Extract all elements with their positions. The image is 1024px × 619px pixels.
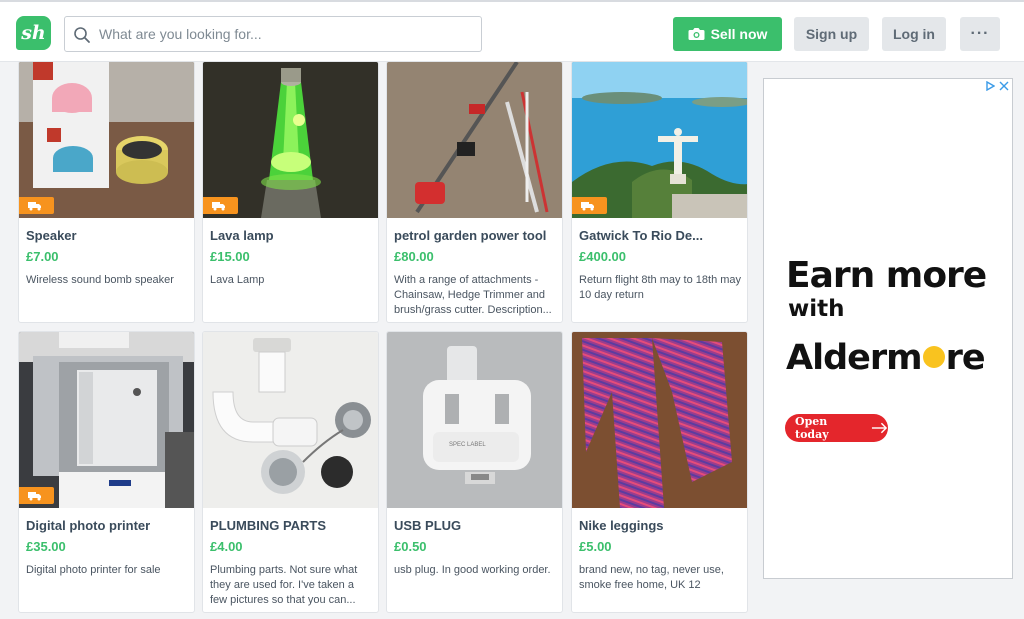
listing-title: Gatwick To Rio De... [579,228,704,243]
listing-photo [572,332,747,508]
svg-text:SPEC LABEL: SPEC LABEL [449,442,486,448]
ad-cta-button[interactable]: Open today [785,414,888,442]
truck-icon [28,491,41,500]
listing-photo [203,62,378,218]
log-in-button[interactable]: Log in [882,17,946,51]
listing-price: £0.50 [394,539,427,554]
listing-photo [19,62,194,218]
listing-card[interactable]: PLUMBING PARTS £4.00 Plumbing parts. Not… [202,331,379,613]
listing-price: £400.00 [579,249,626,264]
listing-title: USB PLUG [394,518,462,533]
listing-photo [203,332,378,508]
listing-price: £35.00 [26,539,66,554]
sell-now-button[interactable]: Sell now [673,17,782,51]
listing-title: Lava lamp [210,228,274,243]
listing-card[interactable]: Nike leggings £5.00 brand new, no tag, n… [571,331,748,613]
listing-card[interactable]: Speaker £7.00 Wireless sound bomb speake… [18,61,195,323]
camera-icon [688,28,705,40]
listing-price: £7.00 [26,249,59,264]
listing-price: £5.00 [579,539,612,554]
truck-icon [581,201,594,210]
listing-price: £4.00 [210,539,243,554]
search-input[interactable] [99,17,469,51]
ad-brand-text-end: re [945,338,986,378]
listing-title: petrol garden power tool [394,228,547,243]
listing-title: Digital photo printer [26,518,151,533]
listing-photo [19,332,194,508]
listing-description: Return flight 8th may to 18th may 10 day… [579,274,742,301]
listing-description: With a range of attachments - Chainsaw, … [394,274,552,316]
arrow-right-icon [871,422,888,434]
delivery-badge [572,197,607,214]
search-box[interactable] [64,16,482,52]
listing-price: £80.00 [394,249,434,264]
truck-icon [212,201,225,210]
ad-brand-text-start: Alderm [786,338,923,378]
listing-card[interactable]: Digital photo printer £35.00 Digital pho… [18,331,195,613]
log-in-label: Log in [893,26,935,42]
logo[interactable]: sh [16,16,51,50]
ad-choices-icon [986,81,995,91]
listing-card[interactable]: petrol garden power tool £80.00 With a r… [386,61,563,323]
truck-icon [28,201,41,210]
listing-description: Lava Lamp [210,274,265,286]
listing-card[interactable]: Lava lamp £15.00 Lava Lamp [202,61,379,323]
listing-photo: SPEC LABEL [387,332,562,508]
ad-subheadline: with [788,296,845,322]
top-bar: sh Sell now Sign up Log in ··· [0,0,1024,62]
listing-title: PLUMBING PARTS [210,518,327,533]
listing-description: brand new, no tag, never use, smoke free… [579,564,724,591]
listing-photo [572,62,747,218]
sell-now-label: Sell now [710,26,768,42]
listing-title: Nike leggings [579,518,664,533]
listing-card[interactable]: Gatwick To Rio De... £400.00 Return flig… [571,61,748,323]
listing-photo [387,62,562,218]
ad-cta-label: Open today [795,415,829,441]
listing-card[interactable]: SPEC LABEL USB PLUG £0.50 usb plug. In g… [386,331,563,613]
ad-brand-dot [922,346,945,368]
delivery-badge [19,487,54,504]
sign-up-button[interactable]: Sign up [794,17,869,51]
more-menu-button[interactable]: ··· [960,17,1000,51]
ad-banner[interactable]: Earn more with Alderm re Open today [763,78,1013,579]
logo-text: sh [21,22,46,44]
ad-choices[interactable] [985,81,1009,91]
ad-brand-logo: Alderm re [786,338,986,378]
ad-headline: Earn more [786,255,987,296]
listing-description: usb plug. In good working order. [394,564,551,576]
listing-description: Plumbing parts. Not sure what they are u… [210,564,358,606]
search-icon [74,27,90,43]
listing-title: Speaker [26,228,77,243]
delivery-badge [19,197,54,214]
close-icon[interactable] [999,81,1009,91]
listing-description: Digital photo printer for sale [26,564,161,576]
listing-description: Wireless sound bomb speaker [26,274,174,286]
listing-price: £15.00 [210,249,250,264]
more-icon: ··· [970,25,990,42]
delivery-badge [203,197,238,214]
sign-up-label: Sign up [805,26,858,42]
